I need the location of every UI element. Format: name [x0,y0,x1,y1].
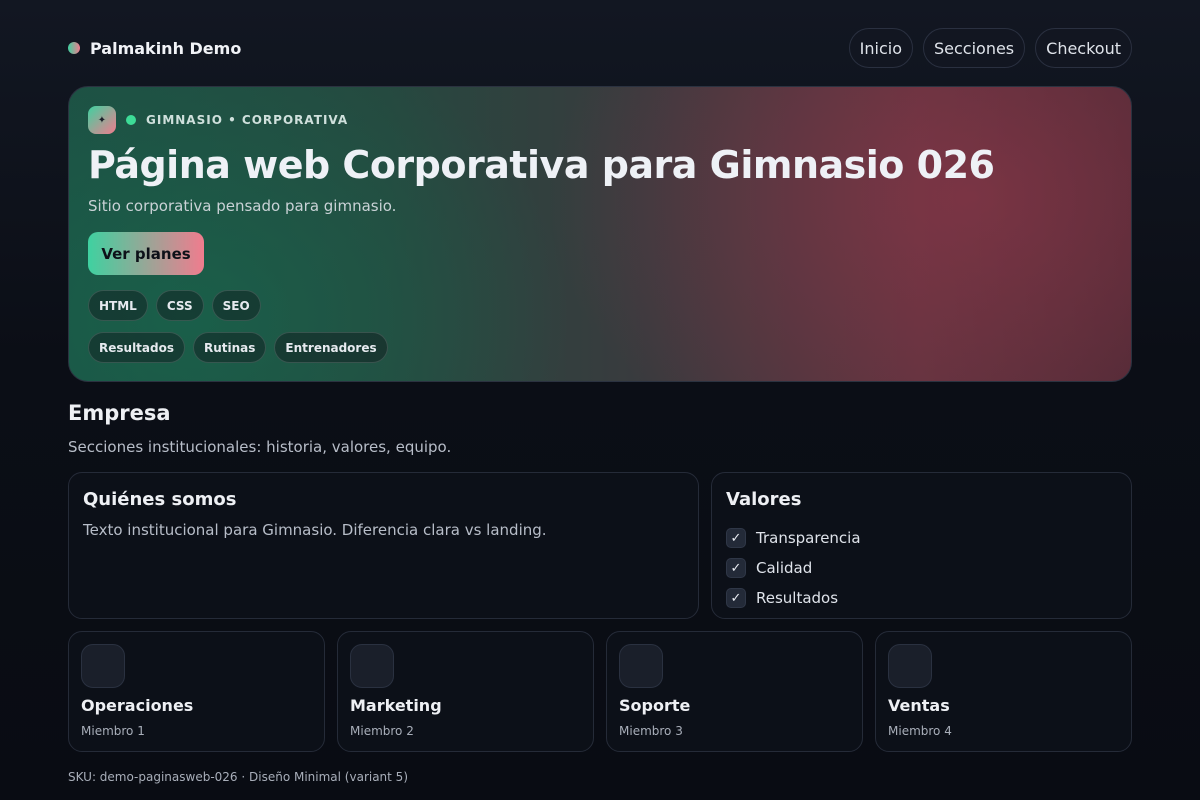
nav-secciones[interactable]: Secciones [922,28,1026,68]
brand-name: Palmakinh Demo [90,38,242,58]
avatar [350,644,394,688]
hero-banner: ✦ GIMNASIO • CORPORATIVA Página web Corp… [68,86,1132,382]
team-card-operaciones: Operaciones Miembro 1 [68,631,325,752]
check-icon: ✓ [726,528,746,548]
top-bar: Palmakinh Demo Inicio Secciones Checkout [68,28,1132,68]
team-member: Miembro 4 [888,724,952,738]
avatar [81,644,125,688]
check-icon: ✓ [726,588,746,608]
value-label: Calidad [756,559,813,577]
values-list: ✓ Transparencia ✓ Calidad ✓ Resultados [726,523,861,613]
brand-dot-icon [68,42,80,54]
tag-rutinas: Rutinas [193,332,267,363]
ver-planes-button[interactable]: Ver planes [88,232,204,275]
team-area: Operaciones [81,696,194,715]
avatar [619,644,663,688]
nav-checkout[interactable]: Checkout [1035,28,1132,68]
list-item: ✓ Transparencia [726,523,861,553]
list-item: ✓ Calidad [726,553,861,583]
team-member: Miembro 2 [350,724,414,738]
hero-kicker: GIMNASIO • CORPORATIVA [146,113,349,127]
avatar [888,644,932,688]
page-title: Página web Corporativa para Gimnasio 026 [88,143,995,187]
tech-tags: HTML CSS SEO [88,290,261,321]
values-title: Valores [726,489,802,510]
about-card: Quiénes somos Texto institucional para G… [68,472,699,619]
sparkle-icon: ✦ [88,106,116,134]
team-card-soporte: Soporte Miembro 3 [606,631,863,752]
section-title: Empresa [68,401,171,425]
team-card-ventas: Ventas Miembro 4 [875,631,1132,752]
value-label: Transparencia [756,529,861,547]
topic-tags: Resultados Rutinas Entrenadores [88,332,388,363]
tag-css: CSS [155,290,204,321]
tag-resultados: Resultados [88,332,185,363]
status-dot-icon [126,115,136,125]
hero-meta: ✦ GIMNASIO • CORPORATIVA [88,106,348,134]
list-item: ✓ Resultados [726,583,861,613]
team-area: Soporte [619,696,691,715]
hero-subtitle: Sitio corporativa pensado para gimnasio. [88,197,397,215]
values-card: Valores ✓ Transparencia ✓ Calidad ✓ Resu… [711,472,1132,619]
about-text: Texto institucional para Gimnasio. Difer… [83,521,547,539]
about-title: Quiénes somos [83,489,237,510]
team-area: Marketing [350,696,442,715]
value-label: Resultados [756,589,839,607]
nav-inicio[interactable]: Inicio [848,28,913,68]
tag-seo: SEO [211,290,261,321]
team-member: Miembro 3 [619,724,683,738]
tag-entrenadores: Entrenadores [274,332,388,363]
brand[interactable]: Palmakinh Demo [68,39,241,58]
section-subtitle: Secciones institucionales: historia, val… [68,438,452,456]
team-area: Ventas [888,696,950,715]
check-icon: ✓ [726,558,746,578]
team-card-marketing: Marketing Miembro 2 [337,631,594,752]
team-member: Miembro 1 [81,724,145,738]
tag-html: HTML [88,290,148,321]
main-nav: Inicio Secciones Checkout [848,28,1132,68]
footer-sku: SKU: demo-paginasweb-026 · Diseño Minima… [68,770,409,784]
